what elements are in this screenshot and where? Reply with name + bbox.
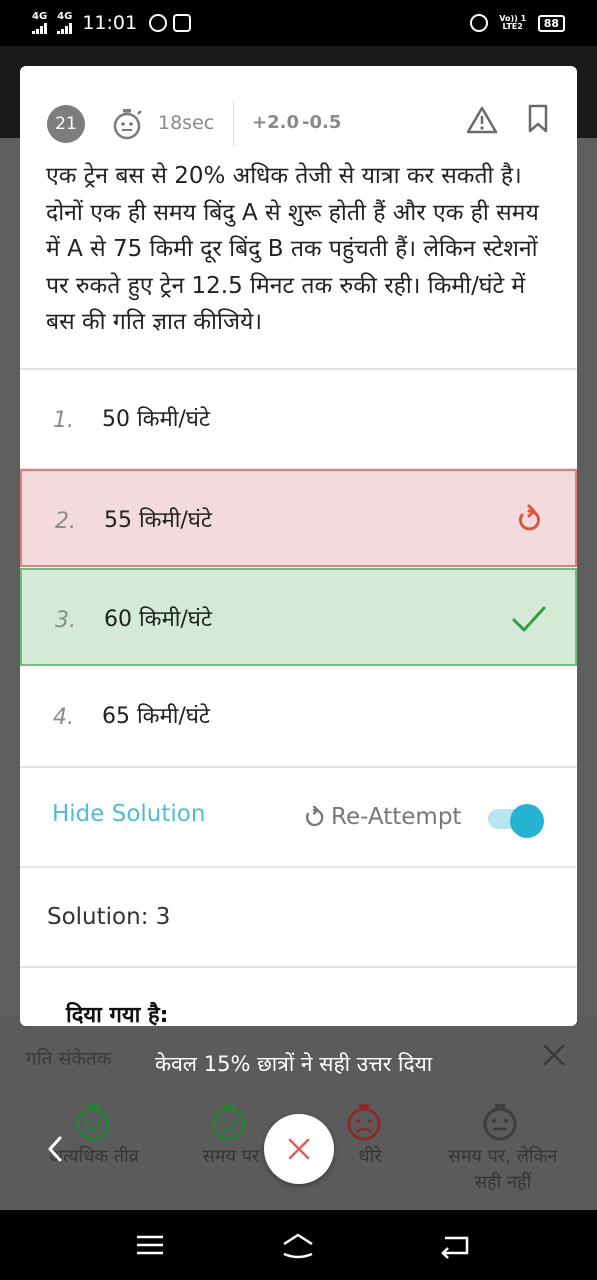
retry-icon — [519, 504, 540, 531]
back-chevron-icon[interactable] — [44, 1134, 66, 1164]
checkmark-icon — [512, 606, 546, 632]
clock: 11:01 — [82, 12, 138, 34]
divider — [20, 966, 577, 968]
option-label: 55 किमी/घंटे — [104, 508, 212, 533]
signal-1: 4G — [32, 12, 47, 34]
reattempt-toggle[interactable] — [488, 804, 546, 838]
speed-on-time-wrong-label: समय पर, लेकिन सही नहीं — [448, 1146, 558, 1193]
question-time: 18sec — [158, 112, 215, 134]
option-number: 1. — [53, 408, 74, 433]
header-divider — [233, 100, 234, 146]
reattempt-icon[interactable] — [303, 806, 325, 828]
marks-positive: +2.0 — [252, 112, 299, 133]
given-heading: दिया गया है: — [66, 1003, 169, 1026]
mail-icon — [173, 14, 192, 32]
toggle-knob — [510, 804, 544, 838]
system-nav-bar — [0, 1210, 597, 1280]
volte-indicator: Vo)) 1 LTE2 — [499, 14, 527, 31]
speed-slow-label: धीरे — [358, 1146, 382, 1167]
status-bar: 4G 4G 11:01 Vo)) 1 LTE2 88 — [0, 0, 597, 46]
back-icon[interactable] — [437, 1230, 471, 1260]
happy-stopwatch-icon — [76, 1104, 110, 1141]
bookmark-icon[interactable] — [527, 104, 549, 134]
speed-on-time-label: समय पर — [202, 1146, 260, 1167]
option-1[interactable]: 1. 50 किमी/घंटे — [20, 370, 577, 468]
reattempt-button[interactable]: Re-Attempt — [331, 804, 461, 830]
neutral-stopwatch-icon — [483, 1104, 517, 1141]
battery-icon: 88 — [537, 14, 565, 32]
answer-stat-text: केवल 15% छात्रों ने सही उत्तर दिया — [155, 1052, 433, 1076]
smile-stopwatch-icon — [212, 1104, 246, 1141]
signal-bars-icon — [32, 22, 47, 34]
alarm-icon — [469, 14, 488, 32]
marks-negative: -0.5 — [302, 112, 342, 133]
question-header: 21 18sec +2.0 -0.5 — [20, 100, 577, 146]
close-icon[interactable] — [541, 1042, 567, 1068]
option-2[interactable]: 2. 55 किमी/घंटे — [20, 469, 577, 567]
option-number: 3. — [55, 608, 76, 633]
solution-bar: Hide Solution Re-Attempt — [20, 768, 577, 866]
signal-2: 4G — [57, 12, 72, 34]
option-label: 65 किमी/घंटे — [102, 704, 210, 729]
option-number: 4. — [53, 705, 74, 730]
option-3[interactable]: 3. 60 किमी/घंटे — [20, 568, 577, 666]
bottom-panel: गति संकेतक केवल 15% छात्रों ने सही उत्तर… — [0, 1016, 597, 1210]
option-number: 2. — [55, 509, 76, 534]
option-label: 50 किमी/घंटे — [102, 407, 210, 432]
close-icon — [288, 1138, 310, 1160]
report-warning-icon[interactable] — [466, 105, 498, 135]
menu-icon[interactable] — [133, 1230, 167, 1260]
signal-bars-icon — [57, 22, 73, 34]
hide-solution-link[interactable]: Hide Solution — [52, 801, 205, 827]
home-icon[interactable] — [281, 1230, 315, 1260]
divider — [20, 866, 577, 868]
option-label: 60 किमी/घंटे — [104, 607, 212, 632]
option-4[interactable]: 4. 65 किमी/घंटे — [20, 667, 577, 765]
question-text: एक ट्रेन बस से 20% अधिक तेजी से यात्रा क… — [46, 163, 539, 335]
solution-title: Solution: 3 — [47, 904, 171, 930]
question-number-badge: 21 — [47, 105, 85, 143]
telegram-icon — [149, 14, 168, 32]
question-card: 21 18sec +2.0 -0.5 एक ट्रेन बस से 20% अध… — [20, 66, 577, 1026]
stopwatch-face-icon — [113, 109, 142, 140]
close-fab-button[interactable] — [264, 1114, 334, 1184]
sad-stopwatch-icon — [347, 1104, 381, 1141]
speed-indicator-label: गति संकेतक — [26, 1048, 112, 1070]
